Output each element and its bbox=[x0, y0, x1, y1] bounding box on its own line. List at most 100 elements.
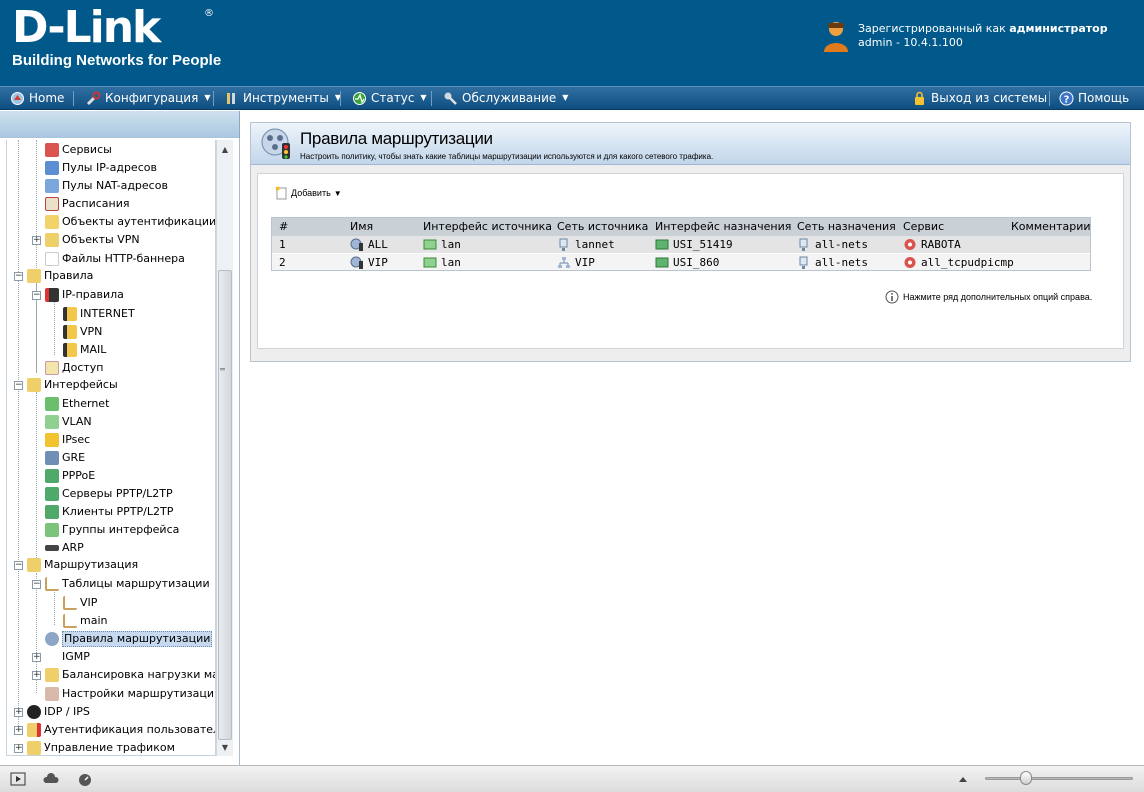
menu-home[interactable]: Home bbox=[10, 87, 64, 109]
tree-item-auth-objects[interactable]: Объекты аутентификации bbox=[45, 213, 215, 231]
table-row[interactable]: 2 VIP lan VIP USI_860 all-nets all_tcpud… bbox=[272, 253, 1090, 270]
tree-item-rules[interactable]: Правила bbox=[27, 267, 93, 285]
tree-item-load-balancing[interactable]: Балансировка нагрузки марш bbox=[45, 666, 215, 684]
tree-item-igmp[interactable]: IGMP bbox=[45, 648, 90, 666]
ethernet-icon bbox=[45, 397, 59, 411]
routing-rules-panel: Правила маршрутизации Настроить политику… bbox=[250, 122, 1131, 362]
tree-item-ip-pools[interactable]: Пулы IP-адресов bbox=[45, 159, 157, 177]
table-row[interactable]: 1 ALL lan lannet USI_51419 all-nets RABO… bbox=[272, 236, 1090, 253]
play-icon[interactable] bbox=[10, 772, 26, 786]
add-button-label: Добавить bbox=[291, 188, 331, 198]
expand-load-balancing[interactable]: + bbox=[32, 671, 41, 680]
tree-item-pptp-servers[interactable]: Серверы PPTP/L2TP bbox=[45, 485, 173, 503]
menu-maintenance[interactable]: Обслуживание ▼ bbox=[443, 87, 568, 109]
col-dst-net[interactable]: Сеть назначения bbox=[797, 218, 896, 236]
collapse-routing[interactable]: − bbox=[14, 561, 23, 570]
tree-item-routing[interactable]: Маршрутизация bbox=[27, 556, 138, 574]
cloud-icon[interactable] bbox=[43, 772, 59, 786]
vlan-icon bbox=[45, 415, 59, 429]
tree-item-vpn[interactable]: VPN bbox=[63, 323, 102, 341]
menu-logout[interactable]: Выход из системы bbox=[912, 87, 1047, 109]
tree-item-services[interactable]: Сервисы bbox=[45, 141, 112, 159]
routing-rules-icon bbox=[45, 632, 59, 646]
add-button[interactable]: Добавить ▼ bbox=[275, 186, 342, 200]
tree-item-user-auth[interactable]: Аутентификация пользователя bbox=[27, 721, 215, 739]
col-comments[interactable]: Комментарии bbox=[1011, 218, 1091, 236]
dlink-logo: D-Link ® Building Networks for People bbox=[12, 2, 221, 70]
tree-item-access[interactable]: Доступ bbox=[45, 359, 103, 377]
collapse-rules[interactable]: − bbox=[14, 272, 23, 281]
tree-item-traffic-mgmt[interactable]: Управление трафиком bbox=[27, 739, 175, 755]
network-object-icon bbox=[799, 238, 808, 251]
routing-rule-icon bbox=[350, 256, 363, 269]
tree-item-idp-ips[interactable]: IDP / IPS bbox=[27, 703, 90, 721]
tree-item-mail[interactable]: MAIL bbox=[63, 341, 106, 359]
menu-status[interactable]: Статус ▼ bbox=[352, 87, 427, 109]
server-icon bbox=[45, 487, 59, 501]
tree-item-routing-settings[interactable]: Настройки маршрутизации bbox=[45, 685, 215, 703]
tree-item-pptp-clients[interactable]: Клиенты PPTP/L2TP bbox=[45, 503, 173, 521]
idp-icon bbox=[27, 705, 41, 719]
logo-wordmark: D-Link bbox=[12, 2, 161, 53]
tree-item-rt-main[interactable]: main bbox=[63, 612, 107, 630]
tree-item-ip-rules[interactable]: IP-правила bbox=[45, 286, 124, 304]
tree-item-ethernet[interactable]: Ethernet bbox=[45, 395, 109, 413]
lock-icon bbox=[45, 433, 59, 447]
logo-registered-mark: ® bbox=[204, 8, 214, 19]
cell-num: 1 bbox=[279, 238, 286, 251]
tree-item-routing-tables[interactable]: Таблицы маршрутизации bbox=[45, 575, 210, 593]
col-dst-iface[interactable]: Интерфейс назначения bbox=[655, 218, 791, 236]
tree-item-interfaces[interactable]: Интерфейсы bbox=[27, 376, 118, 394]
chevron-up-icon[interactable] bbox=[955, 772, 971, 786]
expand-user-auth[interactable]: + bbox=[14, 726, 23, 735]
tree-item-http-banner[interactable]: Файлы HTTP-баннера bbox=[45, 250, 185, 268]
col-name[interactable]: Имя bbox=[350, 218, 373, 236]
service-icon bbox=[904, 239, 916, 250]
menu-tools[interactable]: Инструменты ▼ bbox=[224, 87, 341, 109]
scroll-up-icon[interactable]: ▲ bbox=[217, 142, 233, 158]
sidebar-scrollbar[interactable]: ▲ ═ ▼ bbox=[216, 140, 233, 756]
tree-item-gre[interactable]: GRE bbox=[45, 449, 85, 467]
collapse-interfaces[interactable]: − bbox=[14, 381, 23, 390]
collapse-routing-tables[interactable]: − bbox=[32, 580, 41, 589]
expand-vpn-objects[interactable]: + bbox=[32, 236, 41, 245]
tree-item-vlan[interactable]: VLAN bbox=[45, 413, 92, 431]
col-service[interactable]: Сервис bbox=[903, 218, 944, 236]
col-src-iface[interactable]: Интерфейс источника bbox=[423, 218, 552, 236]
zoom-slider-knob[interactable] bbox=[1020, 771, 1032, 785]
rule-set-icon bbox=[63, 307, 77, 321]
expand-igmp[interactable]: + bbox=[32, 653, 41, 662]
tree-item-vpn-objects[interactable]: Объекты VPN bbox=[45, 231, 140, 249]
wrench-icon bbox=[86, 91, 101, 105]
scroll-down-icon[interactable]: ▼ bbox=[217, 740, 233, 756]
file-icon bbox=[45, 252, 59, 266]
expand-idp-ips[interactable]: + bbox=[14, 708, 23, 717]
scroll-thumb[interactable] bbox=[218, 270, 232, 740]
chevron-down-icon: ▼ bbox=[204, 93, 211, 102]
col-num[interactable]: # bbox=[279, 218, 288, 236]
tree-item-routing-rules[interactable]: Правила маршрутизации bbox=[45, 630, 213, 648]
traffic-light-icon bbox=[45, 288, 59, 302]
cell-dst-net: all-nets bbox=[797, 236, 868, 253]
tree-item-rt-vip[interactable]: VIP bbox=[63, 594, 97, 612]
tree-item-arp[interactable]: ARP bbox=[45, 539, 84, 557]
expand-traffic-mgmt[interactable]: + bbox=[14, 744, 23, 753]
cell-src-net: VIP bbox=[557, 254, 595, 271]
zoom-slider-track[interactable] bbox=[985, 777, 1133, 780]
menu-help[interactable]: ? Помощь bbox=[1059, 87, 1129, 109]
speedometer-icon[interactable] bbox=[77, 772, 93, 786]
tree-item-nat-pools[interactable]: Пулы NAT-адресов bbox=[45, 177, 168, 195]
tree-item-internet[interactable]: INTERNET bbox=[63, 305, 135, 323]
col-src-net[interactable]: Сеть источника bbox=[557, 218, 648, 236]
collapse-ip-rules[interactable]: − bbox=[32, 291, 41, 300]
cell-dst-iface: USI_860 bbox=[655, 254, 719, 271]
cell-num: 2 bbox=[279, 256, 286, 269]
tree-item-pppoe[interactable]: PPPoE bbox=[45, 467, 95, 485]
cell-service: RABOTA bbox=[903, 236, 961, 253]
folder-icon bbox=[45, 668, 59, 682]
tree-item-iface-groups[interactable]: Группы интерфейса bbox=[45, 521, 179, 539]
tree-item-ipsec[interactable]: IPsec bbox=[45, 431, 90, 449]
cell-name: VIP bbox=[350, 254, 388, 271]
menu-configuration[interactable]: Конфигурация ▼ bbox=[86, 87, 210, 109]
tree-item-schedules[interactable]: Расписания bbox=[45, 195, 130, 213]
